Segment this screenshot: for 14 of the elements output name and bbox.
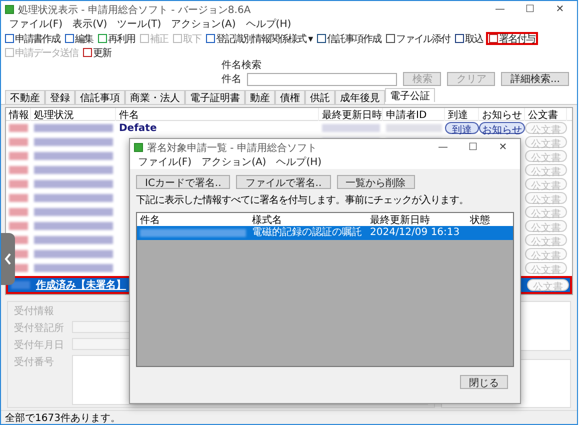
field-label: 受付登記所 xyxy=(14,322,65,335)
group-title: 受付情報 xyxy=(14,304,55,318)
field-label: 受付番号 xyxy=(14,356,55,369)
form-cell-text: 電磁的記録の認証の嘱託 xyxy=(251,227,363,239)
instruction-text: 下記に表示した情報すべてに署名を付与します。事前にチェックが入ります。 xyxy=(136,195,468,207)
status-cell-text: 作成済み【未署名】 xyxy=(34,278,118,292)
search-label: 件名 xyxy=(221,74,242,84)
status-bar: 全部で1673件あります。 xyxy=(1,410,577,424)
search-title: 件名検索 xyxy=(221,60,262,71)
date-cell-text: 2024/12/09 16:13 xyxy=(369,227,461,239)
dialog-title: 署名対象申請一覧 - 申請用総合ソフト xyxy=(147,142,318,154)
window-title: 処理状況表示 - 申請用総合ソフト - バージョン8.6A xyxy=(18,4,252,16)
subject-cell-text: Defate xyxy=(118,122,158,134)
field-label: 受付年月日 xyxy=(14,338,65,352)
